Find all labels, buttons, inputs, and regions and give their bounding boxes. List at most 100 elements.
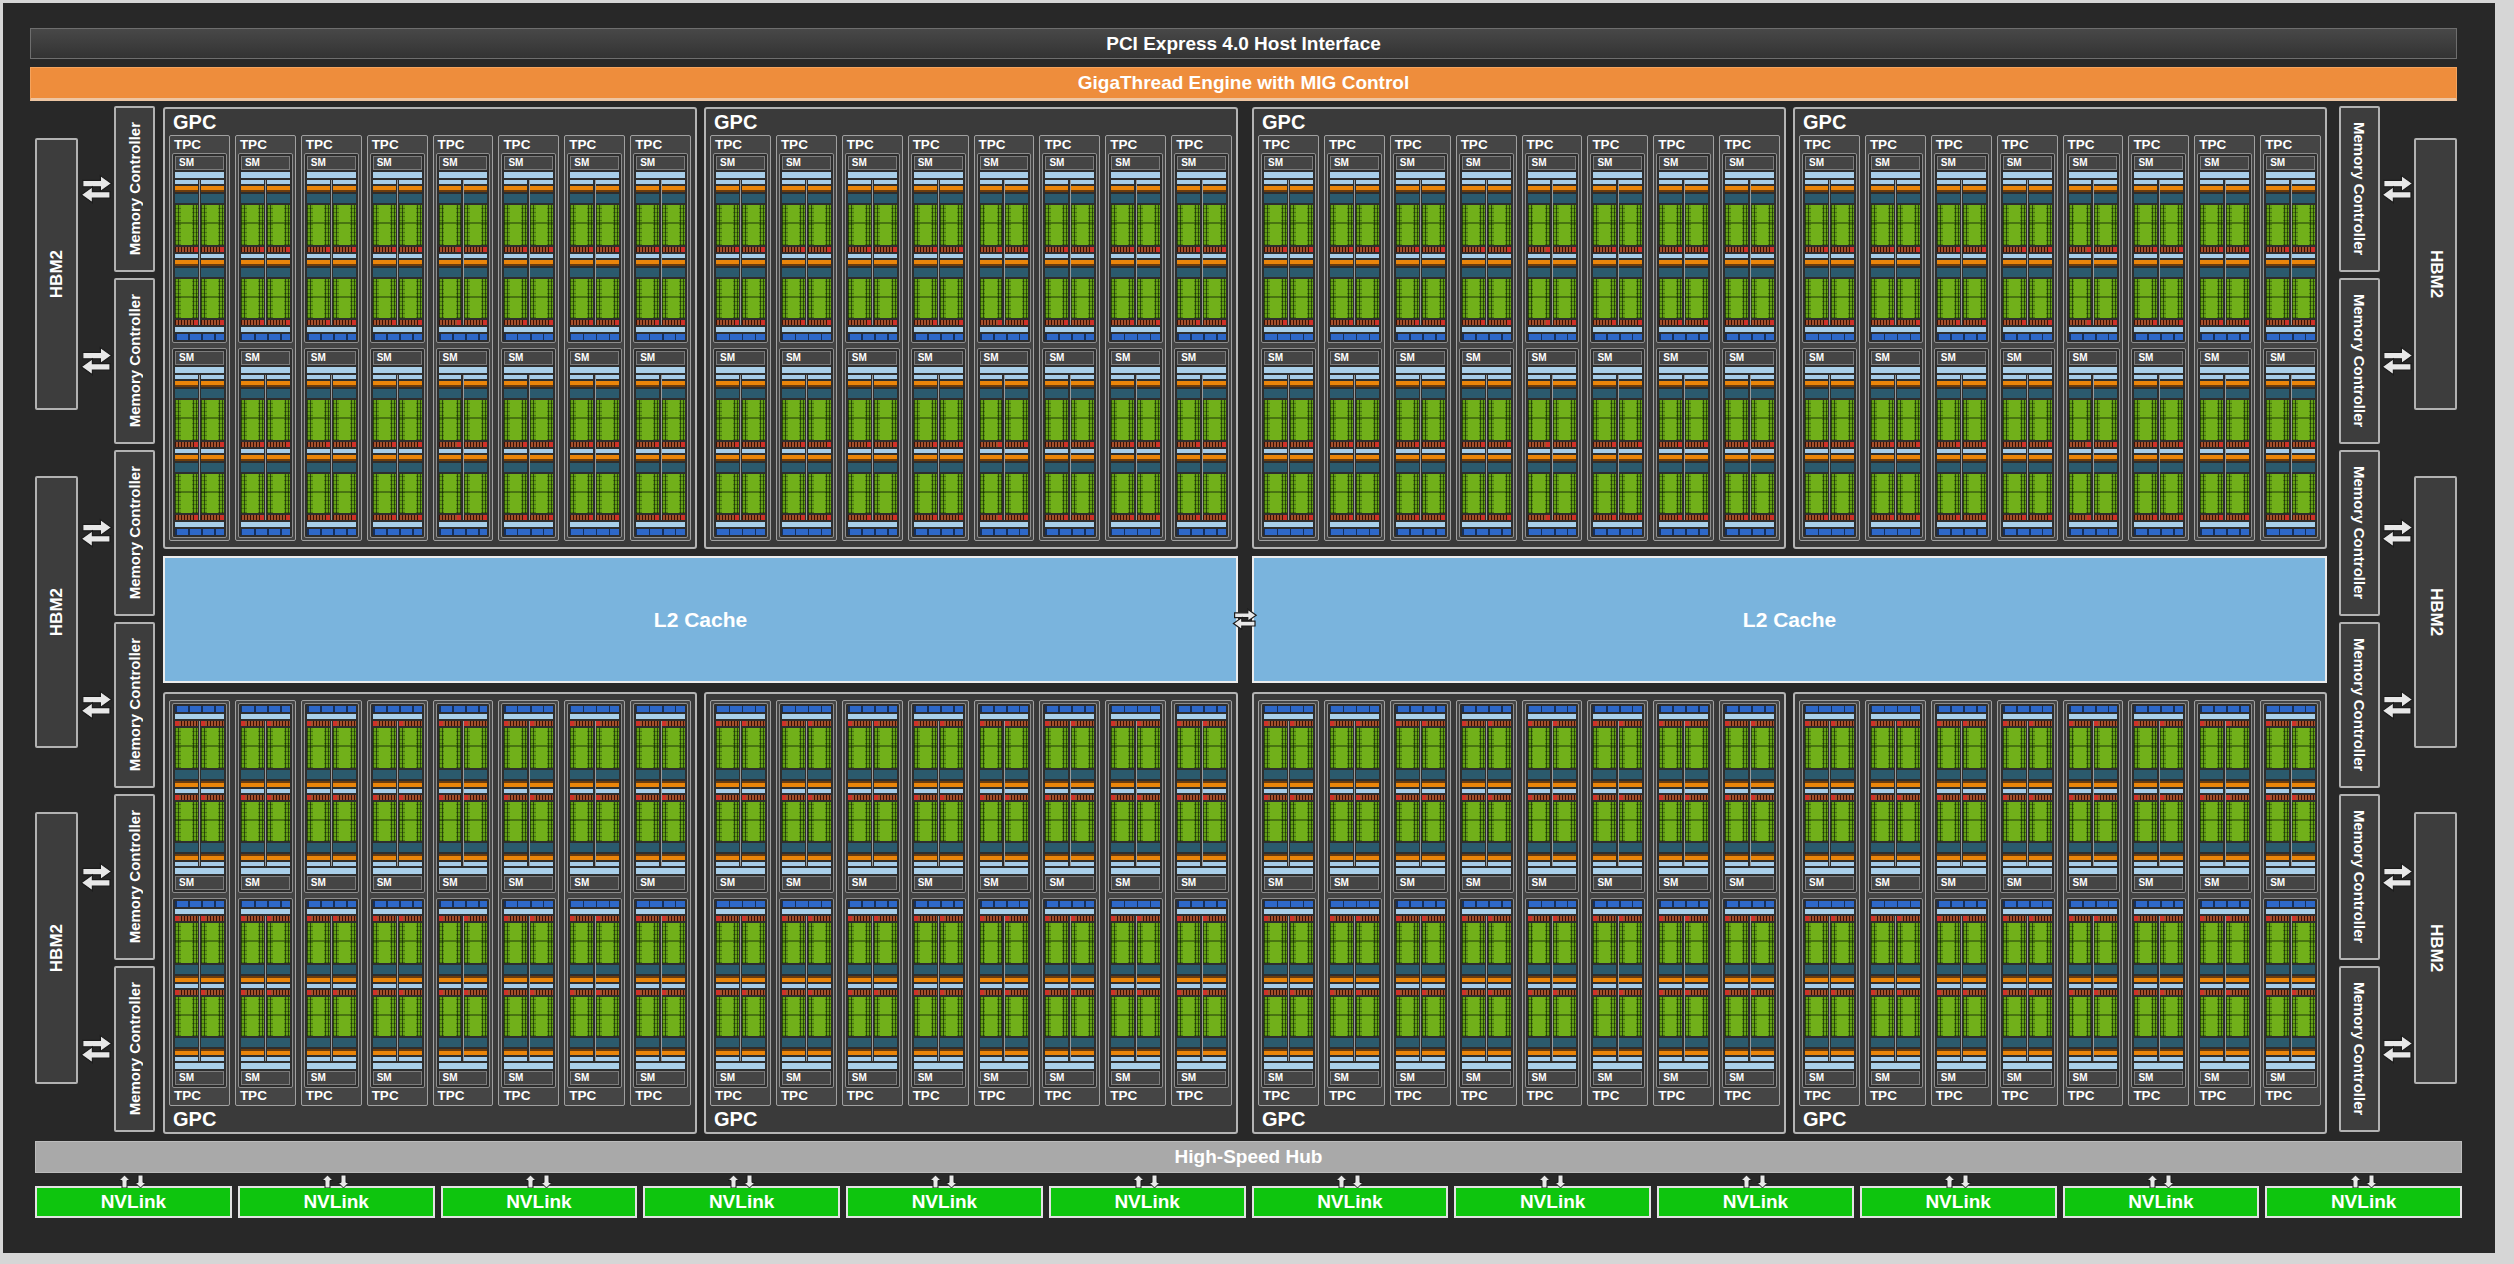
sm-dispatch-bar [1553, 268, 1576, 277]
sm-ldst-bar [716, 442, 739, 447]
sm-ldst-bar [1071, 916, 1094, 921]
sm-dispatch-bar [1488, 770, 1511, 779]
sm-scheduler-bar [1871, 381, 1894, 387]
sm-dispatch-bar [2003, 268, 2026, 277]
sm-core-grid [1137, 205, 1160, 245]
sm-scheduler-bar [399, 455, 422, 461]
sm-core-grid [1619, 474, 1642, 514]
sm-l0-bar [1528, 862, 1551, 866]
sm-core-grid [1396, 279, 1419, 319]
sm-ldst-bar [175, 795, 198, 800]
sm-processing-block [1462, 795, 1485, 867]
sm-ldst-bar [2226, 320, 2249, 325]
sm-core-grid [980, 400, 1003, 440]
sm-l0-bar [1659, 449, 1682, 453]
sm-processing-block [1356, 449, 1379, 521]
sm-core-grid [1396, 728, 1419, 768]
sm-l1-bar [1593, 868, 1642, 874]
sm-l1-bar [1725, 868, 1774, 874]
sm-dispatch-bar [808, 194, 831, 203]
sm-l1-bar [1871, 1063, 1920, 1069]
sm-tex-bar [1045, 901, 1094, 907]
sm-processing-block [1805, 721, 1828, 793]
sm-tex-bar [636, 334, 685, 340]
sm-ldst-bar [1528, 442, 1551, 447]
sm-processing-block [1177, 916, 1200, 988]
sm-processing-block [1422, 990, 1445, 1062]
sm-dispatch-bar [940, 1038, 963, 1047]
sm-scheduler-bar [662, 260, 685, 266]
sm-l1data-bar [1045, 714, 1094, 719]
l2-link-arrows-icon [1231, 608, 1259, 631]
sm-core-column [307, 916, 330, 1061]
sm-core-column [1553, 721, 1576, 866]
sm-processing-block [1725, 254, 1748, 326]
sm-core-grid [1871, 205, 1894, 245]
sm-l1data-bar [1396, 327, 1445, 332]
nvlink-label: NVLink [303, 1191, 368, 1213]
sm-l1-bar [1177, 367, 1226, 373]
sm-ldst-bar [1751, 916, 1774, 921]
sm-core-grid [914, 802, 937, 842]
sm-scheduler-bar [2069, 186, 2092, 192]
sm-core-grid [716, 400, 739, 440]
sm-core-grid [2003, 802, 2026, 842]
tpc-block: TPCSMSM [433, 135, 494, 541]
sm-ldst-bar [267, 990, 290, 995]
sm-label: SM [241, 156, 290, 170]
tpc-block: TPCSMSM [2194, 700, 2255, 1106]
sm-processing-block [636, 721, 659, 793]
sm-processing-block [1897, 449, 1920, 521]
sm-stack: SMSM [501, 703, 556, 1088]
sm-tex-bar [2200, 334, 2249, 340]
sm-l0-bar [1330, 789, 1353, 793]
sm-l1data-bar [2069, 327, 2118, 332]
sm-dispatch-bar [439, 843, 462, 852]
sm-core-grid [716, 728, 739, 768]
sm-dispatch-bar [716, 268, 739, 277]
sm-dispatch-bar [175, 965, 198, 974]
sm-core-grid [1619, 205, 1642, 245]
nvlink-block: NVLink [2063, 1186, 2260, 1218]
sm-l0-bar [373, 375, 396, 379]
sm-core-column [1937, 375, 1960, 520]
sm-ldst-bar [1005, 442, 1028, 447]
sm-ldst-bar [201, 515, 224, 520]
sm-l0-bar [1203, 1057, 1226, 1061]
sm-l0-bar [1356, 1057, 1379, 1061]
sm-core-grid [1751, 923, 1774, 963]
sm-block: SM [633, 153, 688, 343]
sm-ldst-bar [596, 320, 619, 325]
sm-divider [1684, 180, 1685, 325]
sm-core-grid [1619, 728, 1642, 768]
sm-dispatch-bar [940, 389, 963, 398]
sm-divider [938, 721, 939, 866]
sm-core-column [2029, 916, 2052, 1061]
sm-ldst-bar [1593, 442, 1616, 447]
sm-l1data-bar [2200, 909, 2249, 914]
sm-label: SM [373, 156, 422, 170]
sm-ldst-bar [333, 721, 356, 726]
sm-l0-bar [373, 984, 396, 988]
sm-ldst-bar [1264, 247, 1287, 252]
sm-scheduler-bar [596, 186, 619, 192]
sm-dispatch-bar [1177, 268, 1200, 277]
sm-block: SM [779, 153, 834, 343]
sm-l1-bar [175, 172, 224, 178]
sm-l0-bar [2029, 1057, 2052, 1061]
sm-l0-bar [2134, 984, 2157, 988]
sm-scheduler-bar [940, 976, 963, 982]
sm-core-grid [1264, 802, 1287, 842]
sm-tex-bar [1593, 334, 1642, 340]
sm-divider [1288, 180, 1289, 325]
sm-ldst-bar [1290, 916, 1313, 921]
sm-processing-block [1831, 180, 1854, 252]
sm-dispatch-bar [1593, 965, 1616, 974]
sm-ldst-bar [716, 990, 739, 995]
sm-core-columns [1264, 180, 1313, 325]
sm-tex-bar [1659, 901, 1708, 907]
sm-l0-bar [2292, 862, 2315, 866]
sm-core-column [1422, 721, 1445, 866]
sm-processing-block [1203, 180, 1226, 252]
sm-ldst-bar [1111, 515, 1134, 520]
